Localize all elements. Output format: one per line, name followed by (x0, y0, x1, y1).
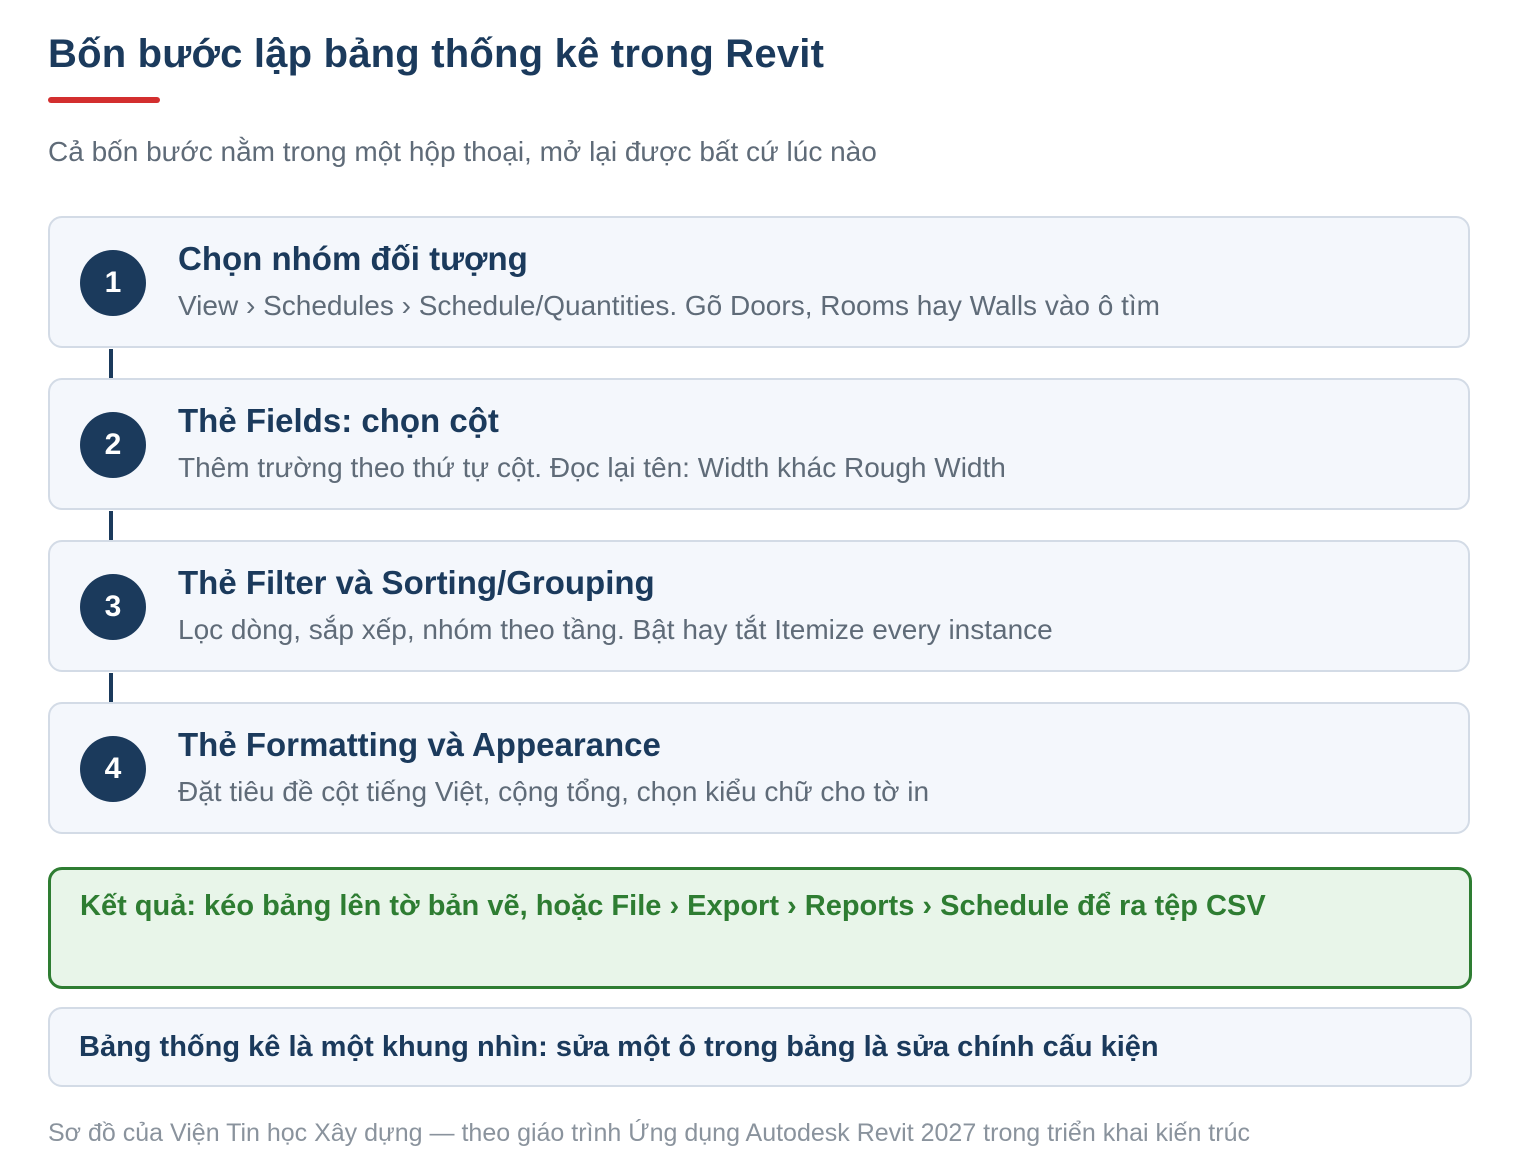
step-number-badge: 1 (80, 250, 146, 316)
step-card-4: 4 Thẻ Formatting và Appearance Đặt tiêu … (48, 702, 1470, 834)
step-description: Thêm trường theo thứ tự cột. Đọc lại tên… (178, 452, 1006, 483)
step-number-badge: 4 (80, 736, 146, 802)
step-connector-2-3 (109, 511, 113, 541)
step-title: Chọn nhóm đối tượng (178, 240, 528, 277)
step-description: View › Schedules › Schedule/Quantities. … (178, 290, 1160, 321)
step-description: Đặt tiêu đề cột tiếng Việt, cộng tổng, c… (178, 776, 930, 807)
step-connector-3-4 (109, 673, 113, 703)
result-text: Kết quả: kéo bảng lên tờ bản vẽ, hoặc Fi… (80, 890, 1266, 922)
step-connector-1-2 (109, 349, 113, 379)
page-title: Bốn bước lập bảng thống kê trong Revit (48, 32, 825, 76)
step-number-badge: 2 (80, 412, 146, 478)
result-box: Kết quả: kéo bảng lên tờ bản vẽ, hoặc Fi… (48, 867, 1472, 989)
note-text: Bảng thống kê là một khung nhìn: sửa một… (79, 1031, 1159, 1063)
step-title: Thẻ Filter và Sorting/Grouping (178, 564, 655, 601)
page-subtitle: Cả bốn bước nằm trong một hộp thoại, mở … (48, 136, 877, 167)
step-title: Thẻ Formatting và Appearance (178, 726, 661, 763)
step-description: Lọc dòng, sắp xếp, nhóm theo tầng. Bật h… (178, 614, 1053, 645)
step-number-badge: 3 (80, 574, 146, 640)
step-card-3: 3 Thẻ Filter và Sorting/Grouping Lọc dòn… (48, 540, 1470, 672)
step-card-2: 2 Thẻ Fields: chọn cột Thêm trường theo … (48, 378, 1470, 510)
title-underline (48, 97, 160, 103)
note-box: Bảng thống kê là một khung nhìn: sửa một… (48, 1007, 1472, 1087)
step-title: Thẻ Fields: chọn cột (178, 402, 499, 439)
diagram-page: Bốn bước lập bảng thống kê trong Revit C… (0, 0, 1520, 1170)
footer-credit: Sơ đồ của Viện Tin học Xây dựng — theo g… (48, 1119, 1250, 1147)
step-card-1: 1 Chọn nhóm đối tượng View › Schedules ›… (48, 216, 1470, 348)
